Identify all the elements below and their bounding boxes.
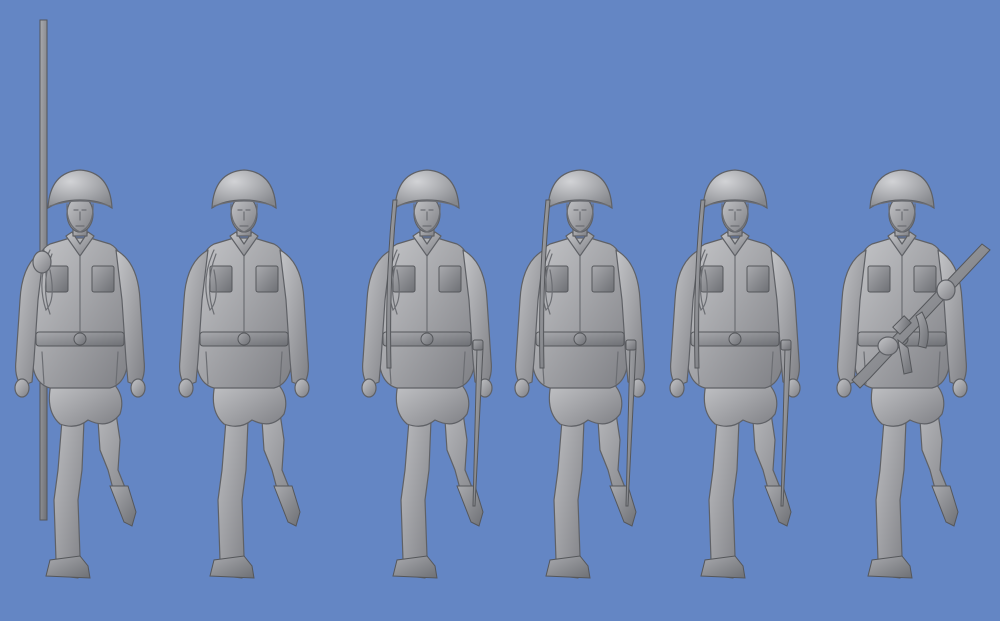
render-viewport <box>0 0 1000 621</box>
soldier-figures-render <box>0 0 1000 621</box>
